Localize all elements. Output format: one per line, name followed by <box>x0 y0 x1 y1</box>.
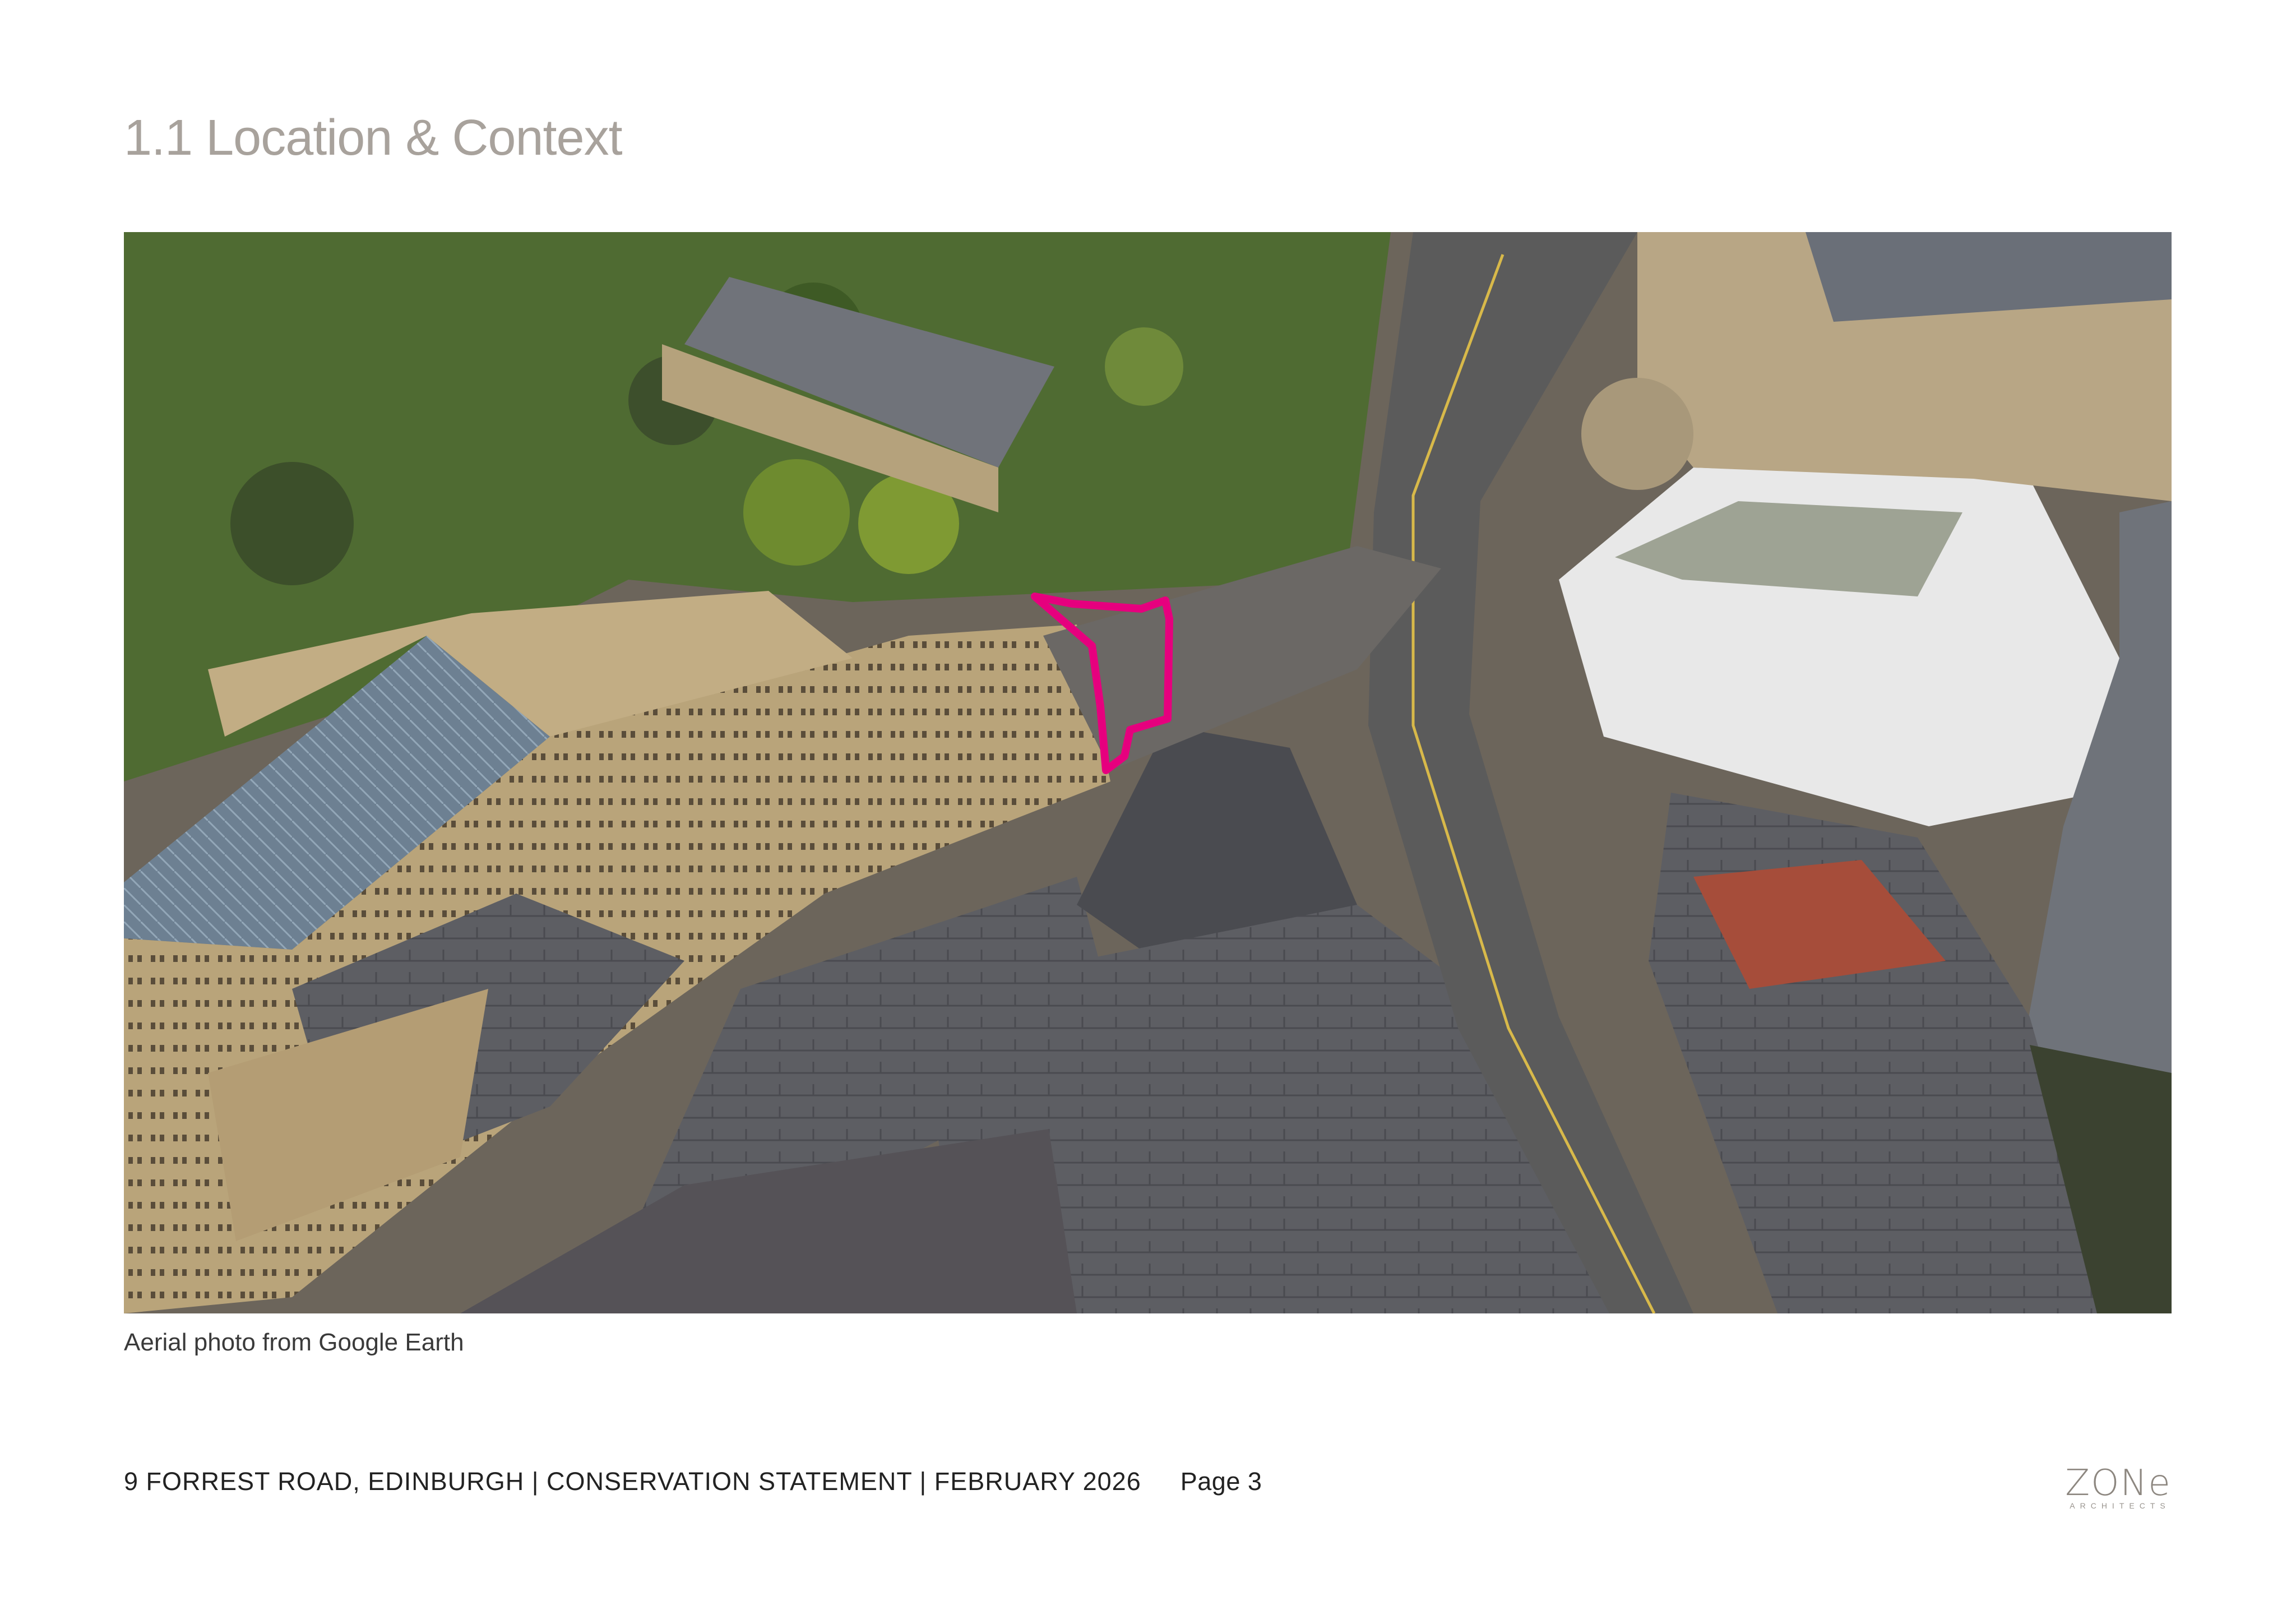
tree <box>743 459 850 566</box>
zone-architects-logo: ZONe ARCHITECTS <box>2064 1463 2173 1512</box>
footer: 9 FORREST ROAD, EDINBURGH | CONSERVATION… <box>124 1467 1262 1496</box>
tree <box>230 462 354 585</box>
page-number: Page 3 <box>1180 1467 1262 1496</box>
photo-caption: Aerial photo from Google Earth <box>124 1329 464 1356</box>
tree <box>1105 327 1183 406</box>
page-title: 1.1 Location & Context <box>124 110 623 166</box>
aerial-photo <box>124 232 2172 1313</box>
round-tower <box>1581 378 1693 490</box>
logo-wordmark: ZONe <box>2065 1463 2172 1504</box>
logo-subtitle: ARCHITECTS <box>2070 1501 2170 1510</box>
footer-document-info: 9 FORREST ROAD, EDINBURGH | CONSERVATION… <box>124 1467 1141 1496</box>
